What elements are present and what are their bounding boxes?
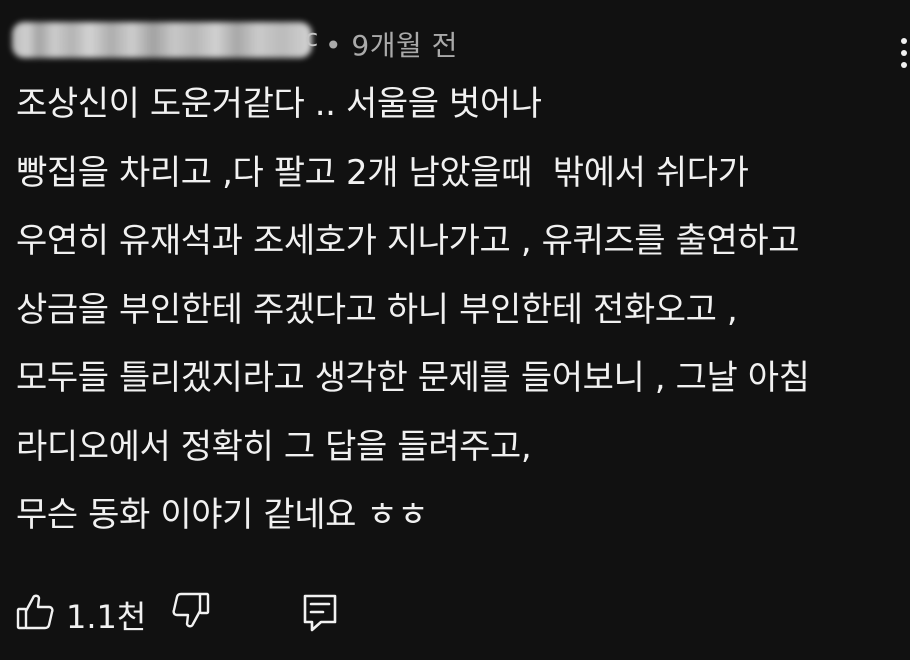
comment-text: 조상신이 도운거같다 .. 서울을 벗어나 빵집을 차리고 ,다 팔고 2개 남…: [16, 76, 896, 556]
comment-line: 모두들 틀리겠지라고 생각한 문제를 들어보니 , 그날 아침: [16, 358, 810, 398]
more-options-button[interactable]: [892, 28, 910, 74]
comment-line: 우연히 유재석과 조세호가 지나가고 , 유퀴즈를 출연하고: [16, 221, 800, 261]
like-button[interactable]: [14, 590, 56, 632]
more-vertical-icon-dot: [901, 50, 907, 56]
reply-button[interactable]: [299, 590, 341, 632]
comment-line: 상금을 부인한테 주겠다고 하니 부인한테 전화오고 ,: [16, 289, 738, 330]
dislike-button[interactable]: [170, 590, 212, 632]
comment-header: c • 9개월 전: [0, 14, 910, 68]
comment-line: 빵집을 차리고 ,다 팔고 2개 남았을때 밖에서 쉬다가: [16, 152, 749, 193]
more-vertical-icon-dot: [901, 62, 907, 68]
timestamp-text: 9개월 전: [351, 29, 458, 62]
author-name-suffix: c: [305, 24, 319, 52]
comment-line: 조상신이 도운거같다 .. 서울을 벗어나: [16, 84, 542, 124]
comment-actions: 1.1천: [14, 586, 614, 636]
author-name-redacted[interactable]: [12, 22, 312, 58]
comment-line: 라디오에서 정확히 그 답을 들려주고,: [16, 426, 532, 467]
more-vertical-icon: [901, 38, 907, 44]
comment-line: 무슨 동화 이야기 같네요 ㅎㅎ: [16, 495, 429, 535]
reply-comment-icon: [303, 594, 337, 632]
thumbs-down-icon: [172, 592, 210, 628]
comment-timestamp[interactable]: • 9개월 전: [325, 24, 458, 64]
separator-dot: •: [325, 29, 343, 62]
thumbs-up-icon: [16, 594, 54, 630]
like-count: 1.1천: [66, 598, 147, 636]
